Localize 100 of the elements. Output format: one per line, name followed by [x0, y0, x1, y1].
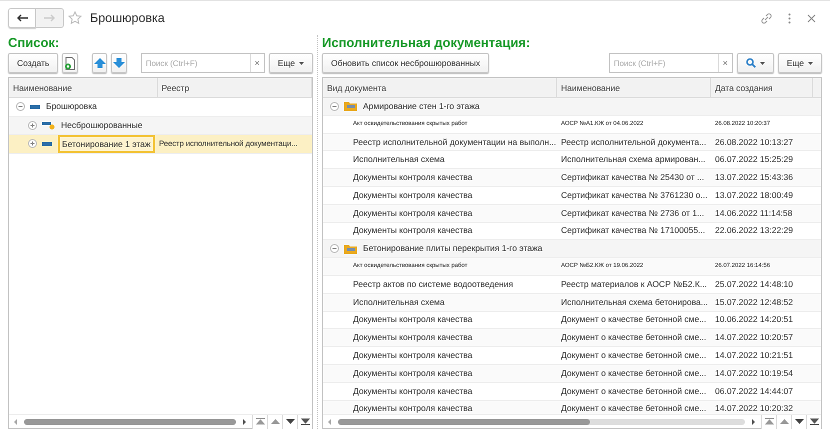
document-type-cell-text: Исполнительная схема — [352, 153, 446, 166]
last-icon — [810, 418, 818, 425]
creation-date-cell-text: 26.08.2022 10:13:27 — [714, 136, 794, 148]
column-header[interactable]: Наименование — [557, 78, 711, 97]
document-row[interactable]: Документы контроля качества Документ о качестве бетонной сме... 14.07.2022 10:20:32 — [323, 400, 821, 414]
group-name: Бетонирование плиты перекрытия 1-го этажа — [363, 242, 542, 256]
caret-icon — [808, 62, 813, 64]
document-row[interactable]: Документы контроля качества Сертификат качества № 2736 от 1... 14.06.2022 11:14:58 — [323, 204, 821, 223]
document-row[interactable]: Документы контроля качества Документ о качестве бетонной сме... 14.07.2022 10:20:57 — [323, 329, 821, 348]
first-page-button[interactable] — [252, 414, 267, 428]
document-name-cell-text: Исполнительная схема бетонирова... — [560, 296, 709, 309]
link-icon[interactable] — [761, 12, 772, 24]
column-header[interactable]: Реестр — [158, 78, 312, 97]
back-button[interactable] — [8, 8, 36, 28]
more-button[interactable]: Еще — [778, 53, 822, 73]
up-icon — [270, 419, 280, 424]
document-name-cell-text: Документ о качестве бетонной сме... — [560, 331, 708, 344]
document-row[interactable]: Документы контроля качества Документ о качестве бетонной сме... 14.07.2022 10:19:54 — [323, 364, 821, 383]
documents-heading: Исполнительная документация: — [322, 35, 532, 51]
search-icon — [746, 58, 756, 68]
document-row[interactable]: Документы контроля качества Сертификат качества № 25430 от ... 13.07.2022 15:43:36 — [323, 169, 821, 187]
next-page-button[interactable] — [282, 414, 297, 428]
first-page-button[interactable] — [761, 414, 776, 428]
scrollbar-thumb[interactable] — [338, 418, 590, 424]
document-name-cell-text: Документ о качестве бетонной сме... — [560, 366, 708, 380]
document-icon — [64, 56, 76, 70]
column-header[interactable]: Наименование — [9, 78, 158, 97]
last-icon — [300, 418, 310, 425]
document-type-cell-text: Документы контроля качества — [352, 366, 474, 380]
collapse-icon[interactable] — [330, 102, 339, 111]
scroll-left-icon[interactable] — [14, 418, 18, 424]
document-type-cell-text: Документы контроля качества — [352, 313, 474, 326]
document-row[interactable]: Реестр исполнительной документации на выполн... Реестр исполнительной документа... 26.08.2022 10:13:27 — [323, 134, 821, 152]
group-pending-icon — [42, 120, 55, 130]
document-name-cell-text: Документ о качестве бетонной сме... — [560, 384, 708, 398]
down-icon — [286, 419, 294, 424]
search-button[interactable] — [736, 53, 774, 73]
group-name: Армирование стен 1-го этажа — [363, 100, 480, 113]
tree-item-name: Несброшюрованные — [61, 118, 142, 132]
document-type-cell-text: Документы контроля качества — [352, 206, 474, 220]
document-type-cell-text: Реестр актов по системе водоотведения — [352, 278, 514, 291]
creation-date-cell-text: 06.07.2022 15:25:29 — [714, 153, 794, 166]
scroll-right-icon[interactable] — [751, 418, 755, 424]
tree-item-name: Бетонирование 1 этаж — [58, 134, 155, 153]
more-button[interactable]: Еще — [268, 53, 313, 73]
folder-icon — [344, 244, 357, 254]
document-name-cell-text: Реестр материалов к АОСР №Б2.К... — [560, 278, 708, 291]
search-field[interactable]: Поиск (Ctrl+F) × — [140, 53, 265, 73]
folder-icon — [344, 101, 357, 112]
scroll-left-icon[interactable] — [328, 418, 332, 424]
document-type-cell-text: Исполнительная схема — [352, 296, 446, 309]
next-page-button[interactable] — [791, 414, 806, 428]
document-type-cell-text: Документы контроля качества — [352, 171, 474, 184]
collapse-icon[interactable] — [16, 102, 25, 112]
creation-date-cell-text: 14.07.2022 10:19:54 — [714, 366, 794, 380]
creation-date-cell-text: 25.07.2022 14:48:10 — [714, 278, 794, 291]
column-header[interactable]: Вид документа — [323, 78, 557, 97]
document-name-cell-text: Сертификат качества № 25430 от ... — [560, 171, 706, 184]
document-type-cell-text: Документы контроля качества — [352, 224, 474, 238]
creation-date-cell-text: 22.06.2022 13:22:29 — [714, 224, 794, 238]
document-name-cell-text: Сертификат качества № 2736 от 1... — [560, 206, 706, 220]
star-icon[interactable] — [68, 11, 82, 25]
document-name-cell-text: Сертификат качества № 17100055... — [560, 224, 706, 238]
creation-date-cell-text: 14.07.2022 10:20:57 — [714, 331, 794, 344]
creation-date-cell-text: 14.07.2022 10:21:51 — [714, 349, 794, 362]
create-button[interactable]: Создать — [8, 53, 58, 73]
first-icon — [764, 418, 774, 425]
document-row[interactable]: Исполнительная схема Исполнительная схема бетонирова... 15.07.2022 12:48:52 — [323, 294, 821, 312]
search-field[interactable]: Поиск (Ctrl+F) × — [608, 53, 733, 73]
last-page-button[interactable] — [297, 414, 312, 428]
creation-date-cell-text: 14.06.2022 11:14:58 — [714, 206, 794, 220]
collapse-icon[interactable] — [330, 244, 339, 254]
refresh-button[interactable]: Обновить список несброшюрованных — [322, 53, 490, 73]
copy-button[interactable] — [62, 53, 78, 73]
column-header[interactable]: Дата создания — [711, 78, 813, 97]
creation-date-cell-text: 06.07.2022 14:44:07 — [714, 384, 794, 398]
more-icon[interactable] — [788, 12, 791, 24]
move-down-button[interactable] — [111, 53, 128, 73]
creation-date-cell-text: 13.07.2022 18:00:49 — [714, 188, 794, 202]
caret-icon — [298, 62, 304, 64]
document-name-cell-text: Реестр исполнительной документа... — [560, 136, 708, 149]
tree-item-name: Брошюровка — [46, 100, 97, 114]
document-type-cell-text: Документы контроля качества — [352, 331, 474, 344]
group-row[interactable]: Бетонирование плиты перекрытия 1-го этажа — [323, 240, 821, 258]
tree-row[interactable]: Несброшюрованные — [9, 116, 312, 135]
creation-date-cell-text: 13.07.2022 15:43:36 — [714, 171, 794, 184]
document-type-cell-text: Документы контроля качества — [352, 384, 474, 398]
move-up-button[interactable] — [92, 53, 108, 73]
last-page-button[interactable] — [806, 414, 821, 428]
scrollbar-thumb[interactable] — [24, 418, 236, 424]
document-name-cell-text: Исполнительная схема армирован... — [560, 153, 706, 166]
expand-icon[interactable] — [28, 139, 37, 148]
left-arrow-icon — [16, 14, 28, 22]
document-type-cell-text: Документы контроля качества — [352, 188, 474, 202]
group-row[interactable]: Армирование стен 1-го этажа — [323, 98, 821, 116]
expand-icon[interactable] — [28, 120, 37, 130]
scroll-right-icon[interactable] — [242, 418, 246, 424]
document-name-cell-text: Документ о качестве бетонной сме... — [560, 349, 708, 362]
close-icon[interactable] — [807, 14, 816, 22]
document-type-cell-text: Документы контроля качества — [352, 349, 474, 362]
